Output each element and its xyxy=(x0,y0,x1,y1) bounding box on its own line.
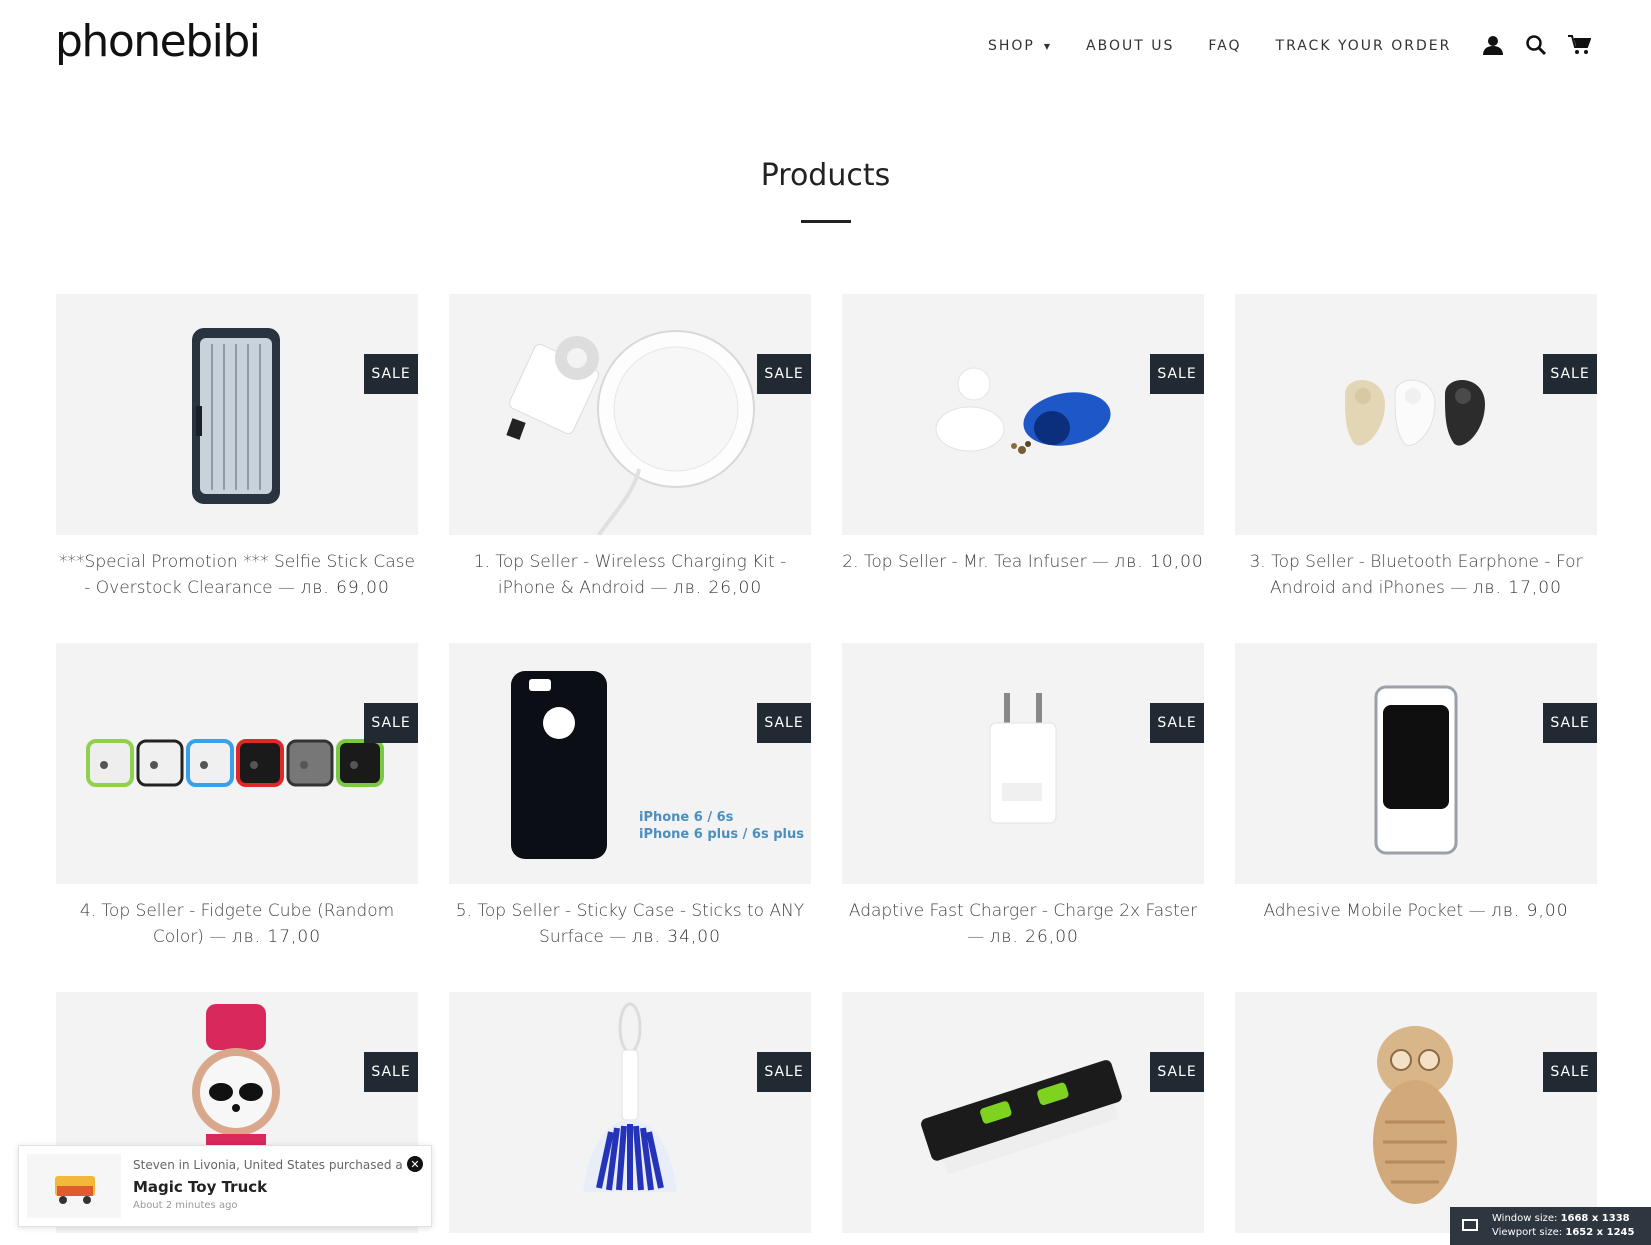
price-separator: — xyxy=(650,578,673,598)
header-icons xyxy=(1478,30,1607,60)
recent-purchase-popup[interactable]: Steven in Livonia, United States purchas… xyxy=(18,1145,432,1227)
sale-badge: SALE xyxy=(1543,354,1597,394)
earphones-image xyxy=(1345,379,1485,446)
product-card[interactable]: SALE Adhesive Mobile Pocket — лв. 9,00 xyxy=(1235,643,1597,924)
sale-badge: SALE xyxy=(364,354,418,394)
sale-badge: SALE xyxy=(1150,354,1204,394)
product-price: лв. 17,00 xyxy=(231,927,322,947)
product-info[interactable]: ***Special Promotion *** Selfie Stick Ca… xyxy=(56,549,418,601)
selfie-case-image xyxy=(192,328,280,504)
toy-truck-image xyxy=(55,1176,95,1204)
account-icon[interactable] xyxy=(1478,30,1508,60)
title-divider xyxy=(801,220,851,223)
cart-icon[interactable] xyxy=(1564,30,1594,60)
product-title: 2. Top Seller - Mr. Tea Infuser xyxy=(842,552,1087,572)
product-image[interactable]: SALE xyxy=(56,294,418,535)
nav-about-us[interactable]: ABOUT US xyxy=(1086,38,1174,54)
sale-badge: SALE xyxy=(757,354,811,394)
sale-badge: SALE xyxy=(364,703,418,743)
product-info[interactable]: 5. Top Seller - Sticky Case - Sticks to … xyxy=(449,898,811,950)
price-separator: — xyxy=(1092,552,1115,572)
price-separator: — xyxy=(967,927,990,947)
product-card[interactable]: SALE 2. Top Seller - Mr. Tea Infuser — л… xyxy=(842,294,1204,575)
product-info[interactable]: 3. Top Seller - Bluetooth Earphone - For… xyxy=(1235,549,1597,601)
product-info[interactable]: 4. Top Seller - Fidgete Cube (Random Col… xyxy=(56,898,418,950)
price-separator: — xyxy=(209,927,232,947)
popup-time: About 2 minutes ago xyxy=(133,1200,238,1211)
product-price: лв. 69,00 xyxy=(300,578,390,598)
sale-badge: SALE xyxy=(757,1052,811,1092)
product-image[interactable]: SALE xyxy=(842,294,1204,535)
sale-badge: SALE xyxy=(1150,703,1204,743)
product-card[interactable]: SALE 4. Top Seller - Fidgete Cube (Rando… xyxy=(56,643,418,950)
nav-shop[interactable]: SHOP ▼ xyxy=(988,38,1052,54)
product-card[interactable]: SALE xyxy=(1235,992,1597,1233)
product-card[interactable]: SALE 1. Top Seller - Wireless Charging K… xyxy=(449,294,811,601)
popup-product-name[interactable]: Magic Toy Truck xyxy=(133,1178,267,1196)
product-card[interactable]: SALE xyxy=(842,992,1204,1233)
product-image[interactable]: SALE xyxy=(1235,294,1597,535)
main-nav: SHOP ▼ ABOUT US FAQ TRACK YOUR ORDER xyxy=(988,38,1485,54)
price-separator: — xyxy=(1468,901,1492,921)
sale-badge: SALE xyxy=(1543,703,1597,743)
price-separator: — xyxy=(1450,578,1473,598)
product-price: лв. 9,00 xyxy=(1491,901,1569,921)
price-separator: — xyxy=(609,927,632,947)
viewport-size-row: Viewport size: 1652 x 1245 xyxy=(1492,1227,1635,1238)
product-card[interactable]: SALE 3. Top Seller - Bluetooth Earphone … xyxy=(1235,294,1597,601)
product-image[interactable]: SALE xyxy=(842,992,1204,1233)
wooden-owl-image xyxy=(1373,1026,1457,1204)
nav-faq[interactable]: FAQ xyxy=(1208,38,1241,54)
product-title: Adhesive Mobile Pocket xyxy=(1263,901,1464,921)
product-info[interactable]: Adhesive Mobile Pocket — лв. 9,00 xyxy=(1235,898,1597,924)
product-image[interactable]: SALE xyxy=(842,643,1204,884)
sticky-case-image xyxy=(511,671,607,859)
popup-message: Steven in Livonia, United States purchas… xyxy=(133,1158,403,1172)
laser-level-image xyxy=(921,1060,1122,1175)
product-title: Adaptive Fast Charger - Charge 2x Faster xyxy=(848,901,1198,921)
compatibility-label: iPhone 6 / 6s iPhone 6 plus / 6s plus xyxy=(639,810,804,842)
product-card[interactable]: iPhone 6 / 6s iPhone 6 plus / 6s plus SA… xyxy=(449,643,811,950)
window-size-overlay: Window size: 1668 x 1338 Viewport size: … xyxy=(1450,1207,1651,1245)
product-image[interactable]: SALE xyxy=(449,992,811,1233)
sale-badge: SALE xyxy=(364,1052,418,1092)
close-icon[interactable]: ✕ xyxy=(407,1156,423,1172)
product-price: лв. 10,00 xyxy=(1114,552,1204,572)
product-card[interactable]: SALE Adaptive Fast Charger - Charge 2x F… xyxy=(842,643,1204,950)
product-card[interactable]: SALE ***Special Promotion *** Selfie Sti… xyxy=(56,294,418,601)
brush-image xyxy=(583,1002,677,1192)
window-size-row: Window size: 1668 x 1338 xyxy=(1492,1213,1630,1224)
product-price: лв. 26,00 xyxy=(672,578,763,598)
sale-badge: SALE xyxy=(757,703,811,743)
product-price: лв. 17,00 xyxy=(1472,578,1562,598)
popup-product-image xyxy=(27,1154,121,1218)
page-title: Products xyxy=(760,158,891,193)
product-info[interactable]: Adaptive Fast Charger - Charge 2x Faster… xyxy=(842,898,1204,950)
caret-down-icon: ▼ xyxy=(1043,41,1053,51)
product-image[interactable]: SALE xyxy=(1235,643,1597,884)
product-price: лв. 26,00 xyxy=(989,927,1079,947)
product-image[interactable]: SALE xyxy=(1235,992,1597,1233)
monitor-icon xyxy=(1462,1219,1478,1231)
site-logo[interactable]: phonebibi xyxy=(55,16,261,67)
nav-shop-label: SHOP xyxy=(988,38,1035,54)
price-separator: — xyxy=(278,578,301,598)
mobile-pocket-image xyxy=(1374,685,1458,855)
tea-infuser-image xyxy=(935,367,1111,454)
product-image[interactable]: SALE xyxy=(56,643,418,884)
fidget-cubes-image xyxy=(86,739,384,787)
sale-badge: SALE xyxy=(1150,1052,1204,1092)
sale-badge: SALE xyxy=(1543,1052,1597,1092)
wireless-charger-image xyxy=(506,330,755,535)
product-image[interactable]: SALE xyxy=(449,294,811,535)
search-icon[interactable] xyxy=(1521,30,1551,60)
product-card[interactable]: SALE xyxy=(449,992,811,1233)
fast-charger-image xyxy=(989,693,1057,824)
product-price: лв. 34,00 xyxy=(631,927,721,947)
product-info[interactable]: 2. Top Seller - Mr. Tea Infuser — лв. 10… xyxy=(842,549,1204,575)
nav-track-order[interactable]: TRACK YOUR ORDER xyxy=(1276,38,1452,54)
product-image[interactable]: iPhone 6 / 6s iPhone 6 plus / 6s plus SA… xyxy=(449,643,811,884)
product-info[interactable]: 1. Top Seller - Wireless Charging Kit - … xyxy=(449,549,811,601)
